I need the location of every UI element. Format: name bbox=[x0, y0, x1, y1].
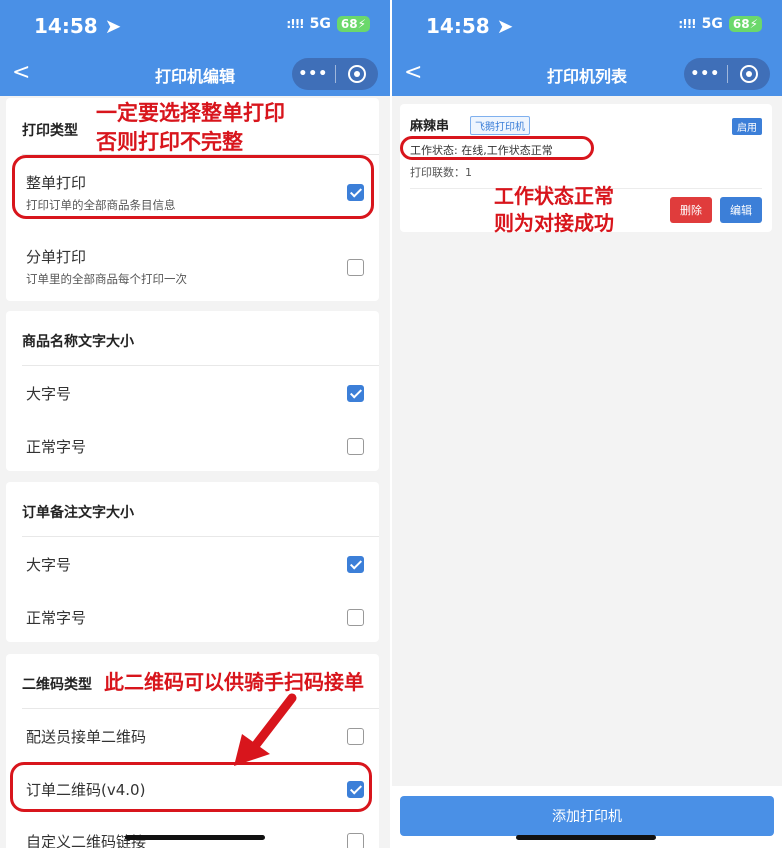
annotation-qr-note: 此二维码可以供骑手扫码接单 bbox=[104, 670, 364, 694]
annotation-whole-print-line1: 一定要选择整单打印 bbox=[96, 101, 285, 125]
signal-icon: :!!! bbox=[678, 17, 696, 31]
qr-custom-checkbox[interactable] bbox=[347, 833, 364, 848]
divider bbox=[22, 708, 379, 709]
more-icon[interactable]: ••• bbox=[684, 58, 727, 90]
status-indicators: :!!! 5G 68⚡ bbox=[286, 16, 370, 32]
back-icon[interactable]: < bbox=[404, 60, 422, 85]
network-label: 5G bbox=[309, 16, 331, 32]
remark-size-card: 订单备注文字大小 大字号 正常字号 bbox=[6, 482, 379, 642]
option-split-print-desc: 订单里的全部商品每个打印一次 bbox=[26, 272, 187, 286]
remark-size-normal-checkbox[interactable] bbox=[347, 609, 364, 626]
home-indicator bbox=[516, 835, 656, 840]
nav-bar: < 打印机编辑 ••• bbox=[0, 52, 390, 96]
print-type-title: 打印类型 bbox=[22, 123, 78, 139]
enabled-badge: 启用 bbox=[732, 118, 762, 135]
delete-button[interactable]: 删除 bbox=[670, 197, 712, 223]
mini-program-capsule: ••• bbox=[292, 58, 378, 90]
battery-icon: 68⚡ bbox=[336, 16, 370, 32]
divider bbox=[22, 365, 379, 366]
network-label: 5G bbox=[701, 16, 723, 32]
annotation-whole-print-line2: 否则打印不完整 bbox=[96, 130, 243, 154]
name-size-large-label: 大字号 bbox=[26, 385, 72, 403]
home-indicator bbox=[125, 835, 265, 840]
name-size-large-checkbox[interactable] bbox=[347, 385, 364, 402]
back-icon[interactable]: < bbox=[12, 60, 30, 85]
name-size-title: 商品名称文字大小 bbox=[22, 334, 134, 350]
option-split-print-label: 分单打印 bbox=[26, 248, 87, 266]
remark-size-title: 订单备注文字大小 bbox=[22, 505, 134, 521]
highlight-status bbox=[400, 136, 594, 160]
status-bar: 14:58 ➤ :!!! 5G 68⚡ bbox=[0, 0, 390, 52]
status-time: 14:58 ➤ bbox=[34, 14, 122, 38]
signal-icon: :!!! bbox=[286, 17, 304, 31]
remark-size-large-checkbox[interactable] bbox=[347, 556, 364, 573]
split-print-checkbox[interactable] bbox=[347, 259, 364, 276]
remark-size-large-label: 大字号 bbox=[26, 556, 72, 574]
divider bbox=[22, 536, 379, 537]
add-printer-button[interactable]: 添加打印机 bbox=[400, 796, 774, 836]
name-size-normal-checkbox[interactable] bbox=[347, 438, 364, 455]
print-copies: 打印联数：1 bbox=[410, 166, 472, 179]
annotation-status-line1: 工作状态正常 bbox=[494, 184, 614, 208]
nav-bar: < 打印机列表 ••• bbox=[392, 52, 782, 96]
remark-size-normal-label: 正常字号 bbox=[26, 609, 87, 627]
edit-button[interactable]: 编辑 bbox=[720, 197, 762, 223]
printer-brand-tag: 飞鹅打印机 bbox=[470, 116, 530, 135]
battery-icon: 68⚡ bbox=[728, 16, 762, 32]
status-indicators: :!!! 5G 68⚡ bbox=[678, 16, 762, 32]
highlight-whole-print bbox=[12, 155, 374, 219]
printer-edit-screen: 14:58 ➤ :!!! 5G 68⚡ < 打印机编辑 ••• 打印类型 整单打… bbox=[0, 0, 390, 848]
status-bar: 14:58 ➤ :!!! 5G 68⚡ bbox=[392, 0, 782, 52]
printer-name: 麻辣串 bbox=[410, 119, 450, 134]
qr-type-title: 二维码类型 bbox=[22, 677, 92, 693]
close-target-icon[interactable] bbox=[727, 58, 770, 90]
highlight-order-qr bbox=[10, 762, 372, 812]
qr-rider-checkbox[interactable] bbox=[347, 728, 364, 745]
mini-program-capsule: ••• bbox=[684, 58, 770, 90]
more-icon[interactable]: ••• bbox=[292, 58, 335, 90]
annotation-status-line2: 则为对接成功 bbox=[494, 211, 614, 235]
status-time: 14:58 ➤ bbox=[426, 14, 514, 38]
name-size-card: 商品名称文字大小 大字号 正常字号 bbox=[6, 311, 379, 471]
close-target-icon[interactable] bbox=[335, 58, 378, 90]
qr-rider-label: 配送员接单二维码 bbox=[26, 728, 147, 746]
name-size-normal-label: 正常字号 bbox=[26, 438, 87, 456]
arrow-icon bbox=[234, 693, 297, 766]
printer-list-screen: 14:58 ➤ :!!! 5G 68⚡ < 打印机列表 ••• 麻辣串 飞鹅打印… bbox=[392, 0, 782, 848]
